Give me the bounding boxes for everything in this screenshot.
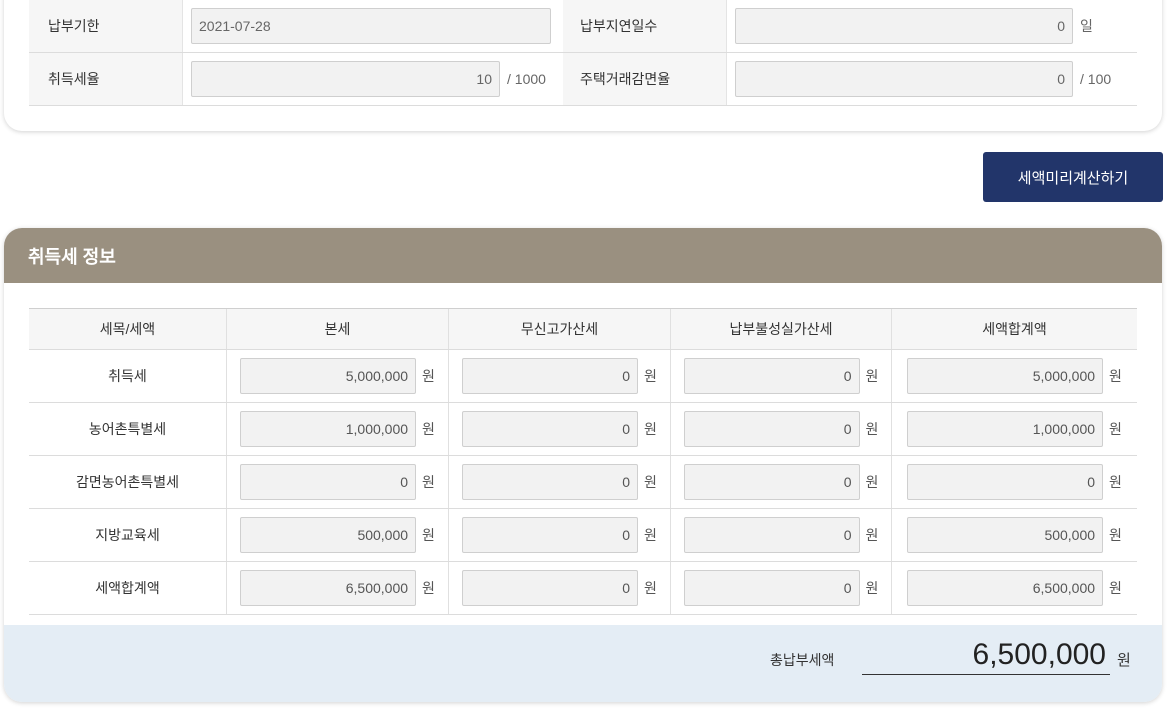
amount-field[interactable]: 0	[462, 570, 639, 606]
acquisition-tax-info-card: 취득세 정보 세목/세액 본세 무신고가산세 납부불성실가산세 세액합계액 취득…	[4, 228, 1162, 702]
won-unit: 원	[644, 421, 657, 437]
late-days-label: 납부지연일수	[563, 0, 727, 52]
amount-field[interactable]: 500,000	[907, 517, 1104, 553]
amount-field[interactable]: 500,000	[240, 517, 417, 553]
header-no-report-penalty: 무신고가산세	[449, 309, 671, 349]
table-header-row: 세목/세액 본세 무신고가산세 납부불성실가산세 세액합계액	[29, 309, 1137, 350]
calculate-tax-button[interactable]: 세액미리계산하기	[983, 152, 1163, 202]
won-unit: 원	[422, 368, 435, 384]
won-unit: 원	[1109, 580, 1122, 596]
row-label: 지방교육세	[29, 509, 227, 561]
amount-field[interactable]: 6,500,000	[907, 570, 1104, 606]
tax-rate-field[interactable]: 10	[191, 61, 500, 97]
amount-field[interactable]: 1,000,000	[907, 411, 1104, 447]
form-row-due-date: 납부기한 2021-07-28 납부지연일수 0 일	[29, 0, 1137, 53]
won-unit: 원	[644, 474, 657, 490]
amount-field[interactable]: 0	[462, 517, 639, 553]
amount-field[interactable]: 6,500,000	[240, 570, 417, 606]
amount-field[interactable]: 0	[683, 411, 860, 447]
amount-field[interactable]: 0	[462, 411, 639, 447]
amount-field[interactable]: 5,000,000	[240, 358, 417, 394]
info-card-title: 취득세 정보	[4, 228, 1162, 283]
form-row-tax-rate: 취득세율 10 / 1000 주택거래감면율 0 / 100	[29, 53, 1137, 106]
late-days-unit: 일	[1080, 18, 1093, 34]
reduction-rate-unit: / 100	[1080, 71, 1112, 87]
table-row: 취득세 5,000,000 원 0원 0원 5,000,000 원	[29, 350, 1137, 403]
reduction-rate-field[interactable]: 0	[735, 61, 1073, 97]
tax-input-table: 납부기한 2021-07-28 납부지연일수 0 일 취득세율 10 / 100…	[29, 0, 1137, 106]
amount-field[interactable]: 0	[462, 358, 639, 394]
table-row: 감면농어촌특별세 0원 0원 0원 0원	[29, 456, 1137, 509]
header-tax-item: 세목/세액	[29, 309, 227, 349]
won-unit: 원	[1109, 421, 1122, 437]
header-base-tax: 본세	[227, 309, 449, 349]
amount-field[interactable]: 5,000,000	[907, 358, 1104, 394]
total-payment-bar: 총납부세액 6,500,000 원	[4, 625, 1162, 702]
won-unit: 원	[1109, 527, 1122, 543]
amount-field[interactable]: 0	[683, 570, 860, 606]
won-unit: 원	[422, 474, 435, 490]
header-total-amount: 세액합계액	[982, 321, 1047, 337]
amount-field[interactable]: 1,000,000	[240, 411, 417, 447]
tax-rate-label: 취득세율	[29, 53, 183, 105]
total-payment-label: 총납부세액	[770, 652, 835, 668]
reduction-rate-label: 주택거래감면율	[563, 53, 727, 105]
won-unit: 원	[422, 580, 435, 596]
row-label: 취득세	[29, 350, 227, 402]
won-unit: 원	[865, 527, 879, 543]
won-unit: 원	[644, 580, 657, 596]
due-date-field[interactable]: 2021-07-28	[191, 8, 551, 44]
amount-field[interactable]: 0	[683, 464, 860, 500]
won-unit: 원	[644, 527, 657, 543]
tax-rate-unit: / 1000	[507, 71, 546, 87]
row-label: 세액합계액	[29, 562, 227, 614]
amount-field[interactable]: 0	[240, 464, 417, 500]
table-row: 지방교육세 500,000 원 0원 0원 500,000 원	[29, 509, 1137, 562]
won-unit: 원	[1109, 474, 1122, 490]
tax-input-card: 납부기한 2021-07-28 납부지연일수 0 일 취득세율 10 / 100…	[4, 0, 1162, 131]
table-row: 세액합계액 6,500,000 원 0원 0원 6,500,000 원	[29, 562, 1137, 615]
won-unit: 원	[865, 368, 879, 384]
won-unit: 원	[644, 368, 657, 384]
total-payment-unit: 원	[1117, 652, 1131, 669]
tax-breakdown-table: 세목/세액 본세 무신고가산세 납부불성실가산세 세액합계액 취득세 5,000…	[29, 308, 1137, 615]
won-unit: 원	[865, 474, 879, 490]
row-label: 농어촌특별세	[29, 403, 227, 455]
won-unit: 원	[865, 580, 879, 596]
amount-field[interactable]: 0	[907, 464, 1104, 500]
amount-field[interactable]: 0	[683, 358, 860, 394]
won-unit: 원	[865, 421, 879, 437]
won-unit: 원	[422, 527, 435, 543]
amount-field[interactable]: 0	[462, 464, 639, 500]
total-payment-value: 6,500,000	[862, 635, 1110, 675]
amount-field[interactable]: 0	[683, 517, 860, 553]
header-late-payment-penalty: 납부불성실가산세	[671, 309, 892, 349]
table-row: 농어촌특별세 1,000,000 원 0원 0원 1,000,000 원	[29, 403, 1137, 456]
due-date-label: 납부기한	[29, 0, 183, 52]
row-label: 감면농어촌특별세	[29, 456, 227, 508]
won-unit: 원	[422, 421, 435, 437]
won-unit: 원	[1109, 368, 1122, 384]
late-days-field[interactable]: 0	[735, 8, 1073, 44]
